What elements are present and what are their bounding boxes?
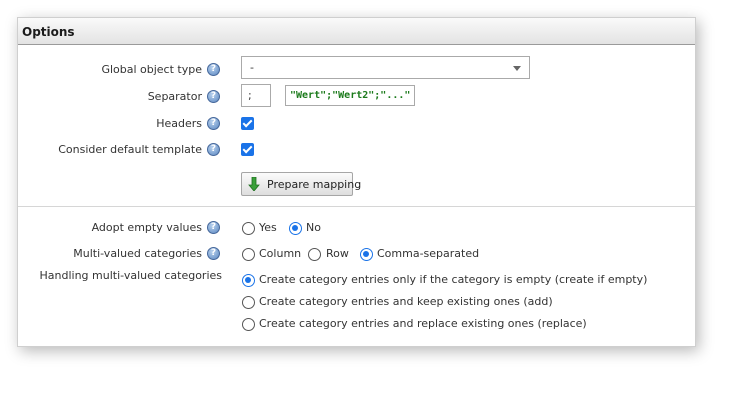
panel-title: Options <box>22 25 75 39</box>
default-template-checkbox[interactable] <box>241 143 254 156</box>
handling-replace-label: Create category entries and replace exis… <box>259 317 587 330</box>
global-object-type-select[interactable]: - <box>241 56 530 79</box>
panel-header: Options <box>18 18 695 45</box>
separator-input[interactable] <box>241 84 271 107</box>
select-value: - <box>250 61 254 74</box>
options-panel: Options Global object type ? - Separator… <box>17 17 696 347</box>
multi-valued-row-radio[interactable] <box>308 248 321 261</box>
help-icon[interactable]: ? <box>207 247 220 260</box>
handling-replace-radio[interactable] <box>242 318 255 331</box>
multi-valued-column-radio[interactable] <box>242 248 255 261</box>
separator-example: "Wert";"Wert2";"..." <box>285 85 416 106</box>
multi-valued-row-label: Row <box>326 247 349 260</box>
help-icon[interactable]: ? <box>207 63 220 76</box>
adopt-empty-no-radio[interactable] <box>289 222 302 235</box>
prepare-mapping-label: Prepare mapping <box>267 178 362 191</box>
prepare-mapping-button[interactable]: Prepare mapping <box>241 172 361 196</box>
down-arrow-icon <box>248 177 260 191</box>
adopt-empty-no-label: No <box>306 221 321 234</box>
adopt-empty-label: Adopt empty values <box>91 221 202 234</box>
help-icon[interactable]: ? <box>207 90 220 103</box>
global-object-type-label: Global object type <box>101 63 202 76</box>
handling-add-radio[interactable] <box>242 296 255 309</box>
handling-create-if-empty-radio[interactable] <box>242 274 255 287</box>
help-icon[interactable]: ? <box>207 221 220 234</box>
adopt-empty-yes-radio[interactable] <box>242 222 255 235</box>
help-icon[interactable]: ? <box>207 143 220 156</box>
default-template-label: Consider default template <box>58 143 202 156</box>
multi-valued-label: Multi-valued categories <box>73 247 202 260</box>
handling-label: Handling multi-valued categories <box>39 269 223 282</box>
handling-create-if-empty-label: Create category entries only if the cate… <box>259 273 648 286</box>
multi-valued-comma-radio[interactable] <box>360 248 373 261</box>
handling-add-label: Create category entries and keep existin… <box>259 295 553 308</box>
help-icon[interactable]: ? <box>207 117 220 130</box>
separator-label: Separator <box>147 90 202 103</box>
section-divider <box>18 206 695 207</box>
chevron-down-icon <box>513 66 521 71</box>
separator-example-text: "Wert";"Wert2";"..." <box>290 90 411 101</box>
headers-label: Headers <box>156 117 202 130</box>
headers-checkbox[interactable] <box>241 117 254 130</box>
multi-valued-column-label: Column <box>259 247 302 260</box>
adopt-empty-yes-label: Yes <box>259 221 277 234</box>
multi-valued-comma-label: Comma-separated <box>377 247 480 260</box>
